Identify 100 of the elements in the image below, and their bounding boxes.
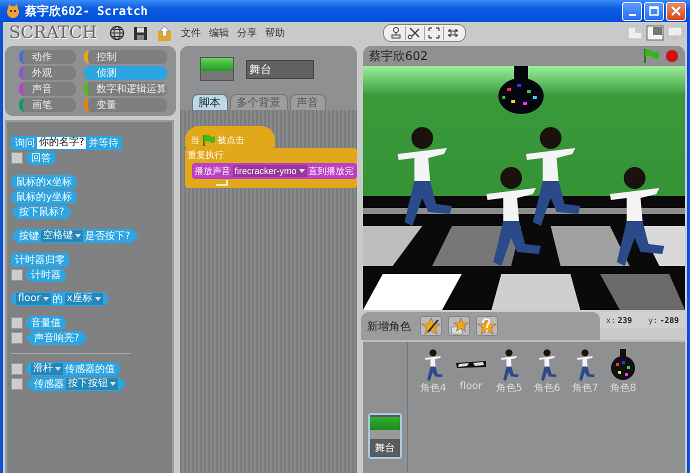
command-block[interactable]: 播放声音 firecracker-ymo 直到播放完 bbox=[192, 163, 357, 179]
dropdown[interactable]: 空格键 bbox=[41, 230, 83, 242]
surprise-sprite-button[interactable] bbox=[476, 316, 498, 336]
block-label: 并等待 bbox=[88, 136, 118, 150]
sprite-name: 角色5 bbox=[496, 382, 522, 395]
reporter-block[interactable]: 音量值 bbox=[26, 316, 66, 330]
paint-sprite-button[interactable] bbox=[420, 316, 442, 336]
category-button[interactable]: 数字和逻辑运算 bbox=[84, 82, 167, 96]
category-button[interactable]: 动作 bbox=[19, 50, 76, 64]
sprite-name: 角色6 bbox=[534, 382, 560, 395]
sprite-item[interactable]: 角色7 bbox=[568, 348, 602, 396]
reporter-block[interactable]: 鼠标的x坐标 bbox=[11, 175, 77, 189]
checkbox[interactable] bbox=[11, 269, 23, 281]
loop-block[interactable]: 重复执行 播放声音 firecracker-ymo 直到播放完 bbox=[184, 148, 357, 188]
dropdown-arrow-icon bbox=[94, 297, 101, 301]
sprite-item[interactable]: 角色6 bbox=[530, 348, 564, 396]
globe-icon[interactable] bbox=[108, 25, 125, 41]
category-button[interactable]: 声音 bbox=[19, 82, 76, 96]
checkbox[interactable] bbox=[11, 363, 23, 375]
dropdown[interactable]: firecracker-ymo bbox=[232, 165, 307, 177]
tab[interactable]: 多个背景 bbox=[230, 94, 288, 110]
minimize-button[interactable] bbox=[622, 2, 642, 20]
dropdown[interactable]: x座标 bbox=[64, 293, 103, 305]
window-title: 蔡宇欣602- Scratch bbox=[25, 2, 148, 20]
floor-thumbnail-drawing bbox=[456, 361, 486, 368]
x-label: x: bbox=[606, 316, 616, 324]
sprite-name: 角色4 bbox=[420, 382, 446, 395]
block-label: 音量值 bbox=[31, 316, 61, 330]
checkbox[interactable] bbox=[11, 317, 23, 329]
reporter-block[interactable]: 鼠标的y坐标 bbox=[11, 190, 77, 204]
menu-item[interactable]: 编辑 bbox=[208, 26, 229, 40]
dropdown[interactable]: 滑杆 bbox=[31, 363, 63, 375]
reporter-block[interactable]: 滑杆 传感器的值 bbox=[26, 362, 120, 376]
boolean-block[interactable]: 传感器 按下按钮 bbox=[26, 377, 126, 391]
input-field[interactable]: 你的名字? bbox=[37, 137, 86, 149]
cat-icon bbox=[5, 3, 21, 19]
block-label: 鼠标的x坐标 bbox=[16, 176, 72, 189]
category-button[interactable]: 外观 bbox=[19, 66, 76, 80]
block-label: 声音响亮? bbox=[34, 332, 80, 345]
stage-selector[interactable]: 舞台 bbox=[368, 413, 402, 459]
sprite-item[interactable]: 角色5 bbox=[492, 348, 526, 396]
sprite-name-field[interactable]: 舞台 bbox=[246, 60, 314, 78]
sprite-name: floor bbox=[460, 381, 482, 392]
flag-icon bbox=[202, 134, 216, 146]
close-button[interactable] bbox=[666, 2, 686, 20]
reporter-block[interactable]: floor 的 x座标 bbox=[11, 292, 108, 306]
block-label: 直到播放完 bbox=[308, 164, 354, 178]
close-icon bbox=[671, 6, 681, 16]
block-label: 计时器归零 bbox=[15, 254, 65, 267]
category-button[interactable]: 变量 bbox=[84, 98, 167, 112]
category-button[interactable]: 画笔 bbox=[19, 98, 76, 112]
block-label: 传感器的值 bbox=[65, 362, 115, 376]
share-icon[interactable] bbox=[156, 24, 173, 42]
command-block[interactable]: 询问 你的名字? 并等待 bbox=[11, 136, 122, 150]
block-label: 被点击 bbox=[218, 134, 245, 146]
block-label: 询问 bbox=[15, 137, 35, 150]
menu-item[interactable]: 帮助 bbox=[264, 26, 285, 40]
sprite-item[interactable]: 角色4 bbox=[416, 348, 450, 396]
project-title: 蔡宇欣602 bbox=[369, 48, 428, 64]
star-brush-icon bbox=[421, 317, 441, 335]
boolean-block[interactable]: 按键 空格键 是否按下? bbox=[11, 229, 138, 243]
tab[interactable]: 脚本 bbox=[192, 94, 228, 110]
command-block[interactable]: 计时器归零 bbox=[11, 253, 69, 267]
normal-stage-icon[interactable] bbox=[646, 25, 664, 41]
logo: SCRATCH bbox=[9, 23, 97, 43]
minimize-icon bbox=[628, 14, 636, 16]
menu-item[interactable]: 文件 bbox=[180, 26, 201, 40]
block-label: 重复执行 bbox=[188, 149, 224, 162]
x-value: 239 bbox=[618, 316, 632, 324]
checkbox[interactable] bbox=[11, 378, 23, 390]
star-question-icon bbox=[477, 317, 497, 335]
sprite-item[interactable]: floor bbox=[454, 348, 488, 393]
hat-block[interactable]: 当 被点击 bbox=[184, 126, 275, 148]
block-label: 按键 bbox=[19, 230, 39, 243]
menu-item[interactable]: 分享 bbox=[236, 26, 257, 40]
block-label: 回答 bbox=[31, 152, 51, 165]
dropdown-arrow-icon bbox=[55, 367, 61, 371]
tab[interactable]: 声音 bbox=[290, 94, 326, 110]
star-folder-icon bbox=[449, 317, 469, 335]
sprite-item[interactable]: 角色8 bbox=[606, 348, 640, 396]
block-label: 的 bbox=[52, 293, 63, 306]
dropdown-arrow-icon bbox=[298, 169, 305, 173]
block-label: 传感器 bbox=[34, 378, 64, 391]
category-button[interactable]: 控制 bbox=[84, 50, 167, 64]
checkbox[interactable] bbox=[11, 332, 23, 344]
checkbox[interactable] bbox=[11, 152, 23, 164]
reporter-block[interactable]: 回答 bbox=[26, 151, 56, 165]
maximize-button[interactable] bbox=[644, 2, 664, 20]
dropdown-arrow-icon bbox=[42, 297, 49, 301]
boolean-block[interactable]: 按下鼠标? bbox=[11, 205, 72, 219]
dropdown[interactable]: 按下按钮 bbox=[66, 378, 118, 390]
y-label: y: bbox=[648, 316, 658, 324]
flag-icon[interactable] bbox=[642, 48, 660, 64]
reporter-block[interactable]: 计时器 bbox=[26, 268, 66, 282]
dropdown[interactable]: floor bbox=[16, 293, 51, 305]
category-button[interactable]: 侦测 bbox=[84, 66, 167, 80]
save-icon[interactable] bbox=[132, 26, 148, 40]
choose-sprite-button[interactable] bbox=[448, 316, 470, 336]
boolean-block[interactable]: 声音响亮? bbox=[26, 331, 88, 345]
block-label: 是否按下? bbox=[85, 230, 130, 243]
